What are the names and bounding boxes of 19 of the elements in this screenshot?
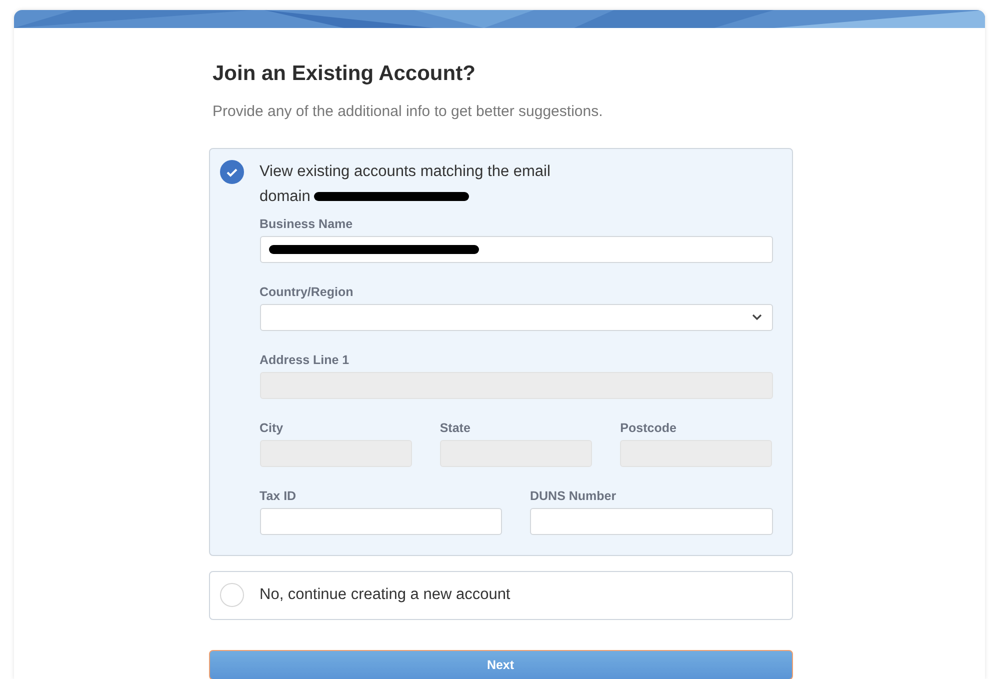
page-subheading: Provide any of the additional info to get better suggestions. — [212, 103, 604, 120]
input-field[interactable] — [260, 236, 772, 263]
field-label: Address Line 1 — [260, 353, 350, 367]
field-label: Business Name — [260, 217, 354, 231]
option-label: View existing accounts matching the email domain — [260, 163, 550, 205]
option-label: No, continue creating a new account — [260, 586, 510, 603]
field-label: State — [440, 421, 472, 435]
input-field[interactable] — [530, 508, 772, 535]
page-heading: Join an Existing Account? — [212, 62, 476, 86]
field-label: DUNS Number — [530, 489, 618, 503]
field-label: Postcode — [620, 421, 678, 435]
radio-button[interactable] — [220, 160, 244, 184]
field-label: Country/Region — [260, 285, 354, 299]
field-label: Tax ID — [260, 489, 298, 503]
input-field[interactable] — [260, 508, 502, 535]
field-label: City — [260, 421, 284, 435]
chevron-down-icon — [752, 314, 762, 321]
select-field[interactable] — [260, 304, 772, 331]
option-card[interactable]: No, continue creating a new account — [208, 571, 792, 620]
